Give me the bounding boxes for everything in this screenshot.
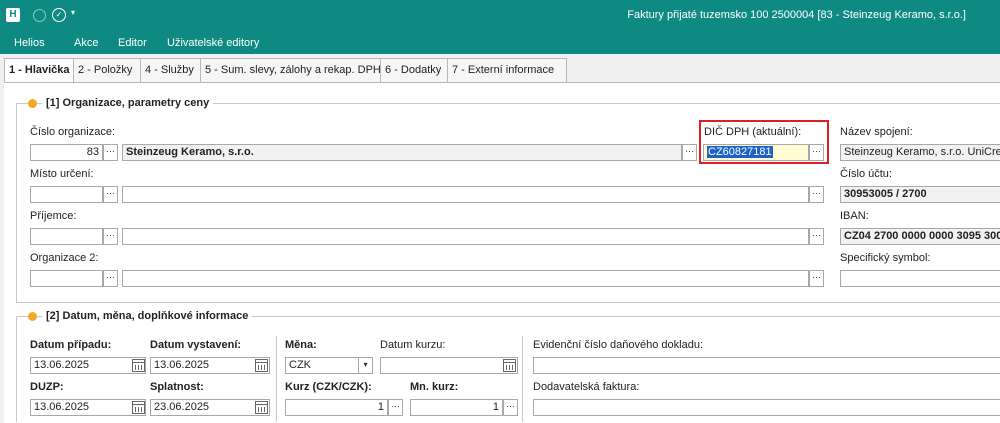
menu-akce[interactable]: Akce (74, 37, 98, 49)
section2-title: [2] Datum, měna, doplňkové informace (42, 310, 253, 322)
window-title: Faktury přijaté tuzemsko 100 2500004 [83… (627, 9, 966, 21)
duzp-label: DUZP: (30, 381, 64, 393)
dodavatelska-faktura-label: Dodavatelská faktura: (533, 381, 640, 393)
divider-currency-evidence (522, 336, 523, 422)
specificky-symbol-label: Specifický symbol: (840, 252, 931, 264)
menu-uzivatelske-editory[interactable]: Uživatelské editory (167, 37, 259, 49)
dic-input[interactable]: CZ60827181 (703, 144, 809, 161)
tab-hlavicka[interactable]: 1 - Hlavička (4, 58, 78, 83)
misto-urceni-name-field[interactable] (122, 186, 809, 203)
datum-vystaveni-input[interactable]: 13.06.2025 (150, 357, 270, 374)
cislo-uctu-label: Číslo účtu: (840, 168, 892, 180)
section1-bottom-border (16, 302, 1000, 303)
misto-urceni-input[interactable] (30, 186, 103, 203)
tab-externi-informace[interactable]: 7 - Externí informace (447, 58, 567, 82)
back-icon[interactable] (33, 9, 46, 22)
organizace2-browse-button[interactable]: ··· (103, 270, 118, 287)
organizace-name-browse-button[interactable]: ··· (682, 144, 697, 161)
specificky-symbol-input[interactable] (840, 270, 1000, 287)
prijemce-name-browse-button[interactable]: ··· (809, 228, 824, 245)
evidencni-cislo-label: Evidenční číslo daňového dokladu: (533, 339, 704, 351)
datum-kurzu-calendar-icon[interactable] (503, 359, 516, 372)
organizace2-label: Organizace 2: (30, 252, 99, 264)
datum-pripadu-label: Datum případu: (30, 339, 112, 351)
cislo-organizace-browse-button[interactable]: ··· (103, 144, 118, 161)
prijemce-name-field[interactable] (122, 228, 809, 245)
splatnost-input[interactable]: 23.06.2025 (150, 399, 270, 416)
prijemce-browse-button[interactable]: ··· (103, 228, 118, 245)
prijemce-input[interactable] (30, 228, 103, 245)
dodavatelska-faktura-input[interactable] (533, 399, 1000, 416)
mn-kurz-input[interactable]: 1 (410, 399, 503, 416)
datum-vystaveni-calendar-icon[interactable] (255, 359, 268, 372)
splatnost-calendar-icon[interactable] (255, 401, 268, 414)
nazev-spojeni-field: Steinzeug Keramo, s.r.o. UniCred (840, 144, 1000, 161)
check-icon[interactable]: ✓ (52, 8, 66, 22)
mena-label: Měna: (285, 339, 317, 351)
helios-logo: H (6, 8, 20, 22)
section1-left-border (16, 103, 17, 303)
tab-sluzby[interactable]: 4 - Služby (140, 58, 205, 82)
menu-editor[interactable]: Editor (118, 37, 147, 49)
organizace2-name-field[interactable] (122, 270, 809, 287)
misto-urceni-label: Místo určení: (30, 168, 94, 180)
organizace-name-field: Steinzeug Keramo, s.r.o. (122, 144, 682, 161)
datum-kurzu-input[interactable] (380, 357, 518, 374)
organizace2-input[interactable] (30, 270, 103, 287)
cislo-organizace-input[interactable]: 83 (30, 144, 103, 161)
section1-status-dot (28, 99, 37, 108)
datum-vystaveni-label: Datum vystavení: (150, 339, 242, 351)
menu-bar: Helios Akce Editor Uživatelské editory (0, 32, 1000, 54)
section1-title: [1] Organizace, parametry ceny (42, 97, 214, 109)
kurz-input[interactable]: 1 (285, 399, 388, 416)
dic-label: DIČ DPH (aktuální): (704, 126, 802, 138)
mn-kurz-label: Mn. kurz: (410, 381, 459, 393)
mena-dropdown-icon[interactable]: ▾ (358, 357, 373, 374)
kurz-label: Kurz (CZK/CZK): (285, 381, 372, 393)
duzp-input[interactable]: 13.06.2025 (30, 399, 146, 416)
iban-label: IBAN: (840, 210, 869, 222)
misto-urceni-name-browse-button[interactable]: ··· (809, 186, 824, 203)
splatnost-label: Splatnost: (150, 381, 204, 393)
cislo-uctu-field: 30953005 / 2700 (840, 186, 1000, 203)
nazev-spojeni-label: Název spojení: (840, 126, 913, 138)
datum-pripadu-input[interactable]: 13.06.2025 (30, 357, 146, 374)
prijemce-label: Příjemce: (30, 210, 77, 222)
title-bar: H ✓ ▾ Faktury přijaté tuzemsko 100 25000… (0, 0, 1000, 32)
mn-kurz-browse-button[interactable]: ··· (503, 399, 518, 416)
misto-urceni-browse-button[interactable]: ··· (103, 186, 118, 203)
tab-dodatky[interactable]: 6 - Dodatky (380, 58, 452, 82)
tab-polozky[interactable]: 2 - Položky (73, 58, 145, 82)
divider-dates-currency (276, 336, 277, 422)
organizace2-name-browse-button[interactable]: ··· (809, 270, 824, 287)
kurz-browse-button[interactable]: ··· (388, 399, 403, 416)
duzp-calendar-icon[interactable] (132, 401, 145, 414)
dic-browse-button[interactable]: ··· (809, 144, 824, 161)
evidencni-cislo-input[interactable] (533, 357, 1000, 374)
tab-sum-slevy[interactable]: 5 - Sum. slevy, zálohy a rekap. DPH (200, 58, 385, 82)
cislo-organizace-label: Číslo organizace: (30, 126, 115, 138)
datum-pripadu-calendar-icon[interactable] (132, 359, 145, 372)
dic-value: CZ60827181 (707, 146, 773, 158)
datum-kurzu-label: Datum kurzu: (380, 339, 446, 351)
section2-status-dot (28, 312, 37, 321)
section2-left-border (16, 316, 17, 422)
menu-helios[interactable]: Helios (14, 37, 45, 49)
chevron-down-icon[interactable]: ▾ (71, 8, 75, 17)
iban-field: CZ04 2700 0000 0000 3095 3005 (840, 228, 1000, 245)
